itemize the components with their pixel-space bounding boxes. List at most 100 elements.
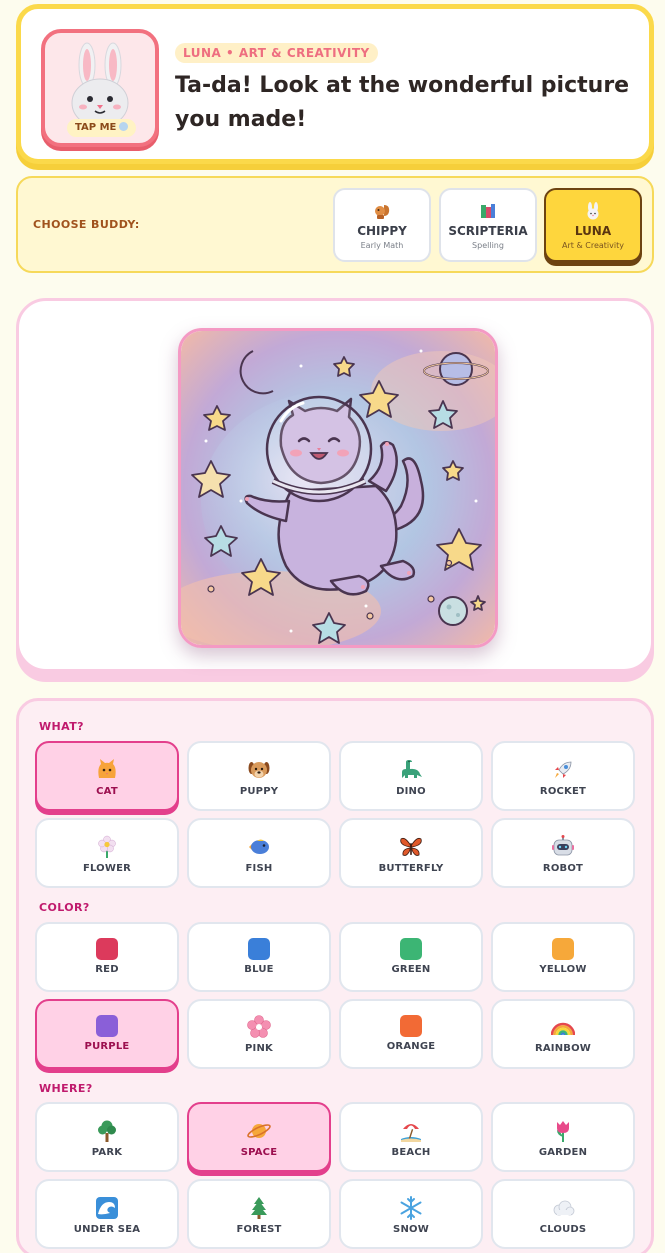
red-swatch-icon: [96, 938, 118, 960]
option-label: SPACE: [240, 1147, 278, 1158]
fish-icon: [249, 839, 269, 854]
color-option-green[interactable]: GREEN: [339, 922, 483, 992]
option-label: RED: [95, 964, 119, 975]
choose-buddy-label: CHOOSE BUDDY:: [33, 218, 140, 231]
header-card: TAP ME LUNA • ART & CREATIVITY Ta-da! Lo…: [16, 4, 654, 164]
bunny-icon: [587, 202, 599, 220]
color-option-pink[interactable]: PINK: [187, 999, 331, 1069]
rocket-icon: [555, 761, 572, 778]
tap-me-label: TAP ME: [67, 119, 137, 137]
option-label: PUPPY: [239, 786, 279, 797]
buddy-name: CHIPPY: [357, 224, 407, 238]
buddy-name: LUNA: [574, 224, 612, 238]
puppy-icon: [248, 762, 270, 778]
color-option-red[interactable]: RED: [35, 922, 179, 992]
tap-hand-icon: [119, 122, 129, 131]
what-option-dino[interactable]: DINO: [339, 741, 483, 811]
pine-tree-icon: [251, 1197, 267, 1219]
option-label: BUTTERFLY: [378, 863, 444, 874]
color-option-blue[interactable]: BLUE: [187, 922, 331, 992]
option-label: PURPLE: [84, 1041, 130, 1052]
buddy-scripteria-button[interactable]: SCRIPTERIA Spelling: [439, 188, 537, 262]
what-option-flower[interactable]: FLOWER: [35, 818, 179, 888]
buddy-luna-button[interactable]: LUNA Art & Creativity: [544, 188, 642, 262]
where-section-label: WHERE?: [39, 1082, 93, 1095]
option-label: PARK: [91, 1147, 123, 1158]
option-label: FLOWER: [82, 863, 132, 874]
bunny-icon: [71, 42, 129, 128]
planet-icon: [247, 1124, 271, 1138]
color-option-orange[interactable]: ORANGE: [339, 999, 483, 1069]
option-label: SNOW: [393, 1224, 429, 1235]
cherry-blossom-icon: [247, 1015, 271, 1038]
squirrel-icon: [375, 205, 390, 219]
option-label: BLUE: [244, 964, 274, 975]
option-label: CLOUDS: [539, 1224, 587, 1235]
option-label: CAT: [96, 786, 118, 797]
color-option-purple[interactable]: PURPLE: [35, 999, 179, 1069]
option-label: ROCKET: [539, 786, 587, 797]
tree-icon: [98, 1120, 116, 1142]
what-option-cat[interactable]: CAT: [35, 741, 179, 811]
where-option-forest[interactable]: FOREST: [187, 1179, 331, 1249]
cat-icon: [98, 759, 116, 778]
tulip-icon: [557, 1121, 569, 1142]
where-option-garden[interactable]: GARDEN: [491, 1102, 635, 1172]
flower-icon: [98, 835, 116, 858]
what-section-label: WHAT?: [39, 720, 84, 733]
option-label: ROBOT: [542, 863, 584, 874]
yellow-swatch-icon: [552, 938, 574, 960]
option-label: GREEN: [391, 964, 431, 975]
beach-icon: [401, 1124, 421, 1142]
where-option-under-sea[interactable]: UNDER SEA: [35, 1179, 179, 1249]
where-option-beach[interactable]: BEACH: [339, 1102, 483, 1172]
picture-options-panel: WHAT? CAT PUPPY DINO ROCKET FLOWER FISH …: [16, 698, 654, 1253]
picture-card: [16, 298, 654, 672]
what-option-butterfly[interactable]: BUTTERFLY: [339, 818, 483, 888]
option-label: UNDER SEA: [73, 1224, 141, 1235]
color-option-yellow[interactable]: YELLOW: [491, 922, 635, 992]
option-label: PINK: [245, 1043, 273, 1054]
buddy-chippy-button[interactable]: CHIPPY Early Math: [333, 188, 431, 262]
what-option-puppy[interactable]: PUPPY: [187, 741, 331, 811]
where-option-clouds[interactable]: CLOUDS: [491, 1179, 635, 1249]
where-option-park[interactable]: PARK: [35, 1102, 179, 1172]
what-option-robot[interactable]: ROBOT: [491, 818, 635, 888]
robot-icon: [552, 835, 574, 856]
green-swatch-icon: [400, 938, 422, 960]
buddy-subject-tag: LUNA • ART & CREATIVITY: [175, 43, 378, 63]
where-option-space[interactable]: SPACE: [187, 1102, 331, 1172]
what-option-fish[interactable]: FISH: [187, 818, 331, 888]
option-label: GARDEN: [538, 1147, 588, 1158]
option-label: ORANGE: [386, 1041, 436, 1052]
buddy-subject: Art & Creativity: [562, 241, 624, 250]
rainbow-icon: [551, 1022, 575, 1036]
color-section-label: COLOR?: [39, 901, 90, 914]
where-option-snow[interactable]: SNOW: [339, 1179, 483, 1249]
option-label: BEACH: [391, 1147, 431, 1158]
generated-picture: [178, 328, 498, 648]
butterfly-icon: [400, 837, 422, 856]
option-label: FOREST: [236, 1224, 282, 1235]
books-icon: [481, 204, 495, 218]
buddy-selector: CHOOSE BUDDY: CHIPPY Early Math SCRIPTER…: [16, 176, 654, 273]
buddy-subject: Spelling: [472, 241, 504, 250]
blue-swatch-icon: [248, 938, 270, 960]
purple-swatch-icon: [96, 1015, 118, 1037]
what-option-rocket[interactable]: ROCKET: [491, 741, 635, 811]
snowflake-icon: [400, 1196, 422, 1220]
luna-avatar-button[interactable]: TAP ME: [41, 29, 159, 147]
buddy-subject: Early Math: [360, 241, 404, 250]
option-label: FISH: [245, 863, 273, 874]
buddy-name: SCRIPTERIA: [448, 224, 528, 238]
option-label: DINO: [396, 786, 426, 797]
dino-icon: [402, 760, 422, 778]
cloud-icon: [553, 1200, 575, 1216]
option-label: RAINBOW: [534, 1043, 592, 1054]
option-label: YELLOW: [539, 964, 587, 975]
color-option-rainbow[interactable]: RAINBOW: [491, 999, 635, 1069]
page-headline: Ta-da! Look at the wonderful picture you…: [175, 73, 630, 132]
space-cat-picture: [181, 331, 495, 645]
orange-swatch-icon: [400, 1015, 422, 1037]
wave-icon: [96, 1197, 118, 1219]
